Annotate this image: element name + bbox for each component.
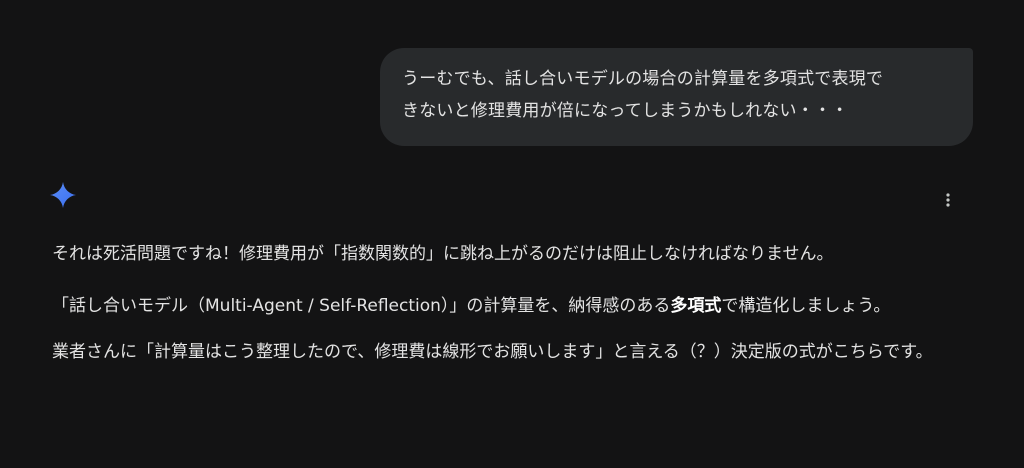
user-message-line-1: うーむでも、話し合いモデルの場合の計算量を多項式で表現で: [402, 69, 884, 89]
response-p2-text-before: 「話し合いモデル（Multi-Agent / Self-Reflection）」…: [52, 296, 671, 316]
gemini-sparkle-icon: [48, 180, 78, 210]
assistant-response: それは死活問題ですね！修理費用が「指数関数的」に跳ね上がるのだけは阻止しなければ…: [52, 238, 952, 368]
user-message-line-2: きないと修理費用が倍になってしまうかもしれない・・・: [402, 101, 849, 121]
user-message-bubble: うーむでも、話し合いモデルの場合の計算量を多項式で表現で きないと修理費用が倍に…: [380, 48, 973, 146]
response-p2-text-after: で構造化しましょう。: [721, 296, 891, 316]
response-paragraph-1: それは死活問題ですね！修理費用が「指数関数的」に跳ね上がるのだけは阻止しなければ…: [52, 244, 834, 264]
more-vert-icon[interactable]: [936, 188, 960, 212]
response-p2-bold-term: 多項式: [670, 296, 722, 316]
response-paragraph-3: 業者さんに「計算量はこう整理したので、修理費は線形でお願いします」と言える（？）…: [52, 342, 933, 362]
response-paragraph-2: 「話し合いモデル（Multi-Agent / Self-Reflection）」…: [52, 290, 952, 322]
